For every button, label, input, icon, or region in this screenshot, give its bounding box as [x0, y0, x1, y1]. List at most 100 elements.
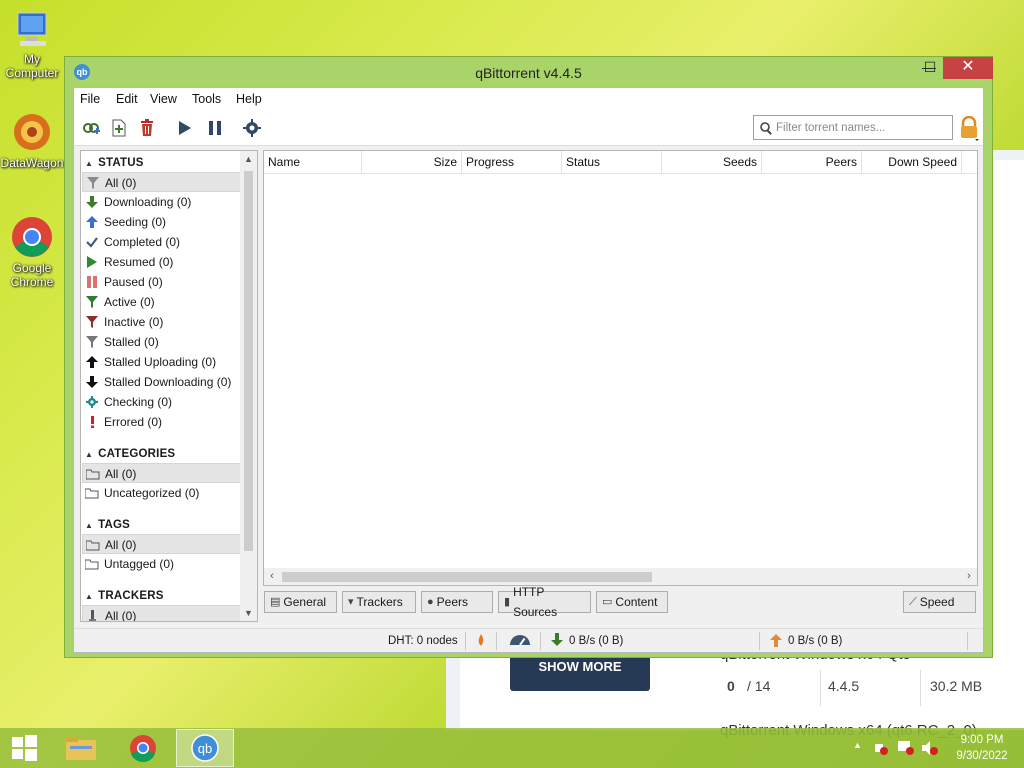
column-down-speed[interactable]: Down Speed [862, 151, 962, 173]
desktop-icon-label: DataWagon [0, 156, 64, 170]
taskbar: qb ▲ 9:00 PM 9/30/2022 [0, 728, 1024, 768]
action-center-icon[interactable] [897, 740, 915, 759]
scroll-right-arrow-icon[interactable]: › [961, 568, 977, 585]
column-status[interactable]: Status [562, 151, 662, 173]
tab-peers[interactable]: ● Peers [421, 591, 493, 613]
status-inactive[interactable]: Inactive (0) [82, 312, 241, 332]
tab-http-sources[interactable]: ▮ HTTP Sources [498, 585, 591, 619]
desktop-icon-datawagon[interactable]: DataWagon [0, 110, 64, 170]
table-horizontal-scrollbar[interactable]: ‹ › [264, 568, 977, 585]
tag-untagged[interactable]: Untagged (0) [82, 554, 241, 574]
play-icon [85, 255, 99, 269]
upload-speed[interactable]: 0 B/s (0 B) [788, 635, 842, 647]
scroll-left-arrow-icon[interactable]: ‹ [264, 568, 280, 585]
clock-time[interactable]: 9:00 PM [952, 734, 1012, 746]
connection-status-icon[interactable] [474, 633, 488, 650]
menu-view[interactable]: View [150, 92, 177, 106]
collapse-triangle-icon: ▲ [85, 450, 94, 459]
scroll-down-arrow-icon[interactable]: ▼ [240, 605, 257, 621]
tracker-icon: ▾ [348, 596, 354, 608]
category-uncategorized[interactable]: Uncategorized (0) [82, 483, 241, 503]
categories-section-header[interactable]: ▲ CATEGORIES [85, 448, 175, 460]
tab-general[interactable]: ▤ General [264, 591, 337, 613]
toolbar [74, 110, 983, 146]
status-bar: DHT: 0 nodes 0 B/s (0 B) 0 B/s (0 B) [74, 628, 983, 652]
status-stalled-downloading[interactable]: Stalled Downloading (0) [82, 372, 241, 392]
collapse-triangle-icon: ▲ [85, 592, 94, 601]
desktop-icon-my-computer[interactable]: My Computer [0, 10, 64, 80]
scroll-up-arrow-icon[interactable]: ▲ [240, 151, 257, 167]
maximize-button[interactable]: ☐ [917, 57, 943, 79]
windows-logo-icon [12, 735, 37, 761]
speed-button[interactable]: ⟋ Speed [903, 591, 976, 613]
svg-text:qb: qb [198, 741, 212, 756]
status-seeding[interactable]: Seeding (0) [82, 212, 241, 232]
column-peers[interactable]: Peers [762, 151, 862, 173]
column-progress[interactable]: Progress [462, 151, 562, 173]
add-torrent-file-button[interactable] [107, 116, 131, 140]
tracker-icon [86, 609, 100, 621]
taskbar-qbittorrent[interactable]: qb [176, 729, 234, 767]
sidebar-scrollbar[interactable]: ▲ ▼ [240, 151, 257, 621]
status-all[interactable]: All (0) [82, 172, 241, 192]
menu-file[interactable]: File [80, 92, 100, 106]
filter-torrent-search[interactable] [753, 115, 953, 140]
trackers-section-header[interactable]: ▲ TRACKERS [85, 590, 164, 602]
tab-trackers[interactable]: ▾ Trackers [342, 591, 416, 613]
status-paused[interactable]: Paused (0) [82, 272, 241, 292]
upload-arrow-icon [769, 633, 783, 650]
status-active[interactable]: Active (0) [82, 292, 241, 312]
tags-section-header[interactable]: ▲ TAGS [85, 519, 130, 531]
status-downloading[interactable]: Downloading (0) [82, 192, 241, 212]
tab-content[interactable]: ▭ Content [596, 591, 668, 613]
download-speed[interactable]: 0 B/s (0 B) [569, 635, 623, 647]
status-stalled-uploading[interactable]: Stalled Uploading (0) [82, 352, 241, 372]
lock-icon[interactable] [958, 115, 980, 142]
bg-row-size: 30.2 MB [930, 678, 983, 694]
status-stalled[interactable]: Stalled (0) [82, 332, 241, 352]
alt-speed-icon[interactable] [508, 633, 532, 650]
status-section-header[interactable]: ▲ STATUS [85, 157, 144, 169]
category-all[interactable]: All (0) [82, 463, 241, 483]
filter-sidebar: ▲ STATUS All (0) Downloading (0) Seeding … [80, 150, 258, 622]
title-bar[interactable]: qb qBittorrent v4.4.5 — ☐ ✕ [65, 57, 993, 87]
filter-stalled-icon [85, 335, 99, 349]
status-errored[interactable]: Errored (0) [82, 412, 241, 432]
dht-status: DHT: 0 nodes [388, 635, 458, 647]
desktop-icon-google-chrome[interactable]: Google Chrome [0, 215, 64, 289]
pause-button[interactable] [203, 116, 227, 140]
delete-icon [141, 119, 153, 136]
options-button[interactable] [240, 116, 264, 140]
collapse-triangle-icon: ▲ [85, 159, 94, 168]
close-button[interactable]: ✕ [943, 57, 993, 79]
start-button[interactable] [0, 729, 48, 767]
menu-edit[interactable]: Edit [116, 92, 138, 106]
column-seeds[interactable]: Seeds [662, 151, 762, 173]
status-resumed[interactable]: Resumed (0) [82, 252, 241, 272]
column-name[interactable]: Name [264, 151, 362, 173]
network-error-icon[interactable] [873, 740, 889, 759]
scroll-thumb[interactable] [244, 171, 253, 551]
add-torrent-file-icon [112, 119, 126, 137]
status-checking[interactable]: Checking (0) [82, 392, 241, 412]
resume-button[interactable] [172, 116, 196, 140]
menu-tools[interactable]: Tools [192, 92, 221, 106]
tag-all[interactable]: All (0) [82, 534, 241, 554]
search-input[interactable] [776, 119, 946, 136]
folder-icon [86, 538, 100, 552]
taskbar-google-chrome[interactable] [114, 729, 172, 767]
status-completed[interactable]: Completed (0) [82, 232, 241, 252]
menu-help[interactable]: Help [236, 92, 262, 106]
torrent-list[interactable]: Name Size Progress Status Seeds Peers Do… [263, 150, 978, 586]
folder-icon [85, 486, 99, 500]
bg-row-version: 4.4.5 [828, 678, 860, 694]
scroll-thumb[interactable] [282, 572, 652, 582]
column-size[interactable]: Size [362, 151, 462, 173]
volume-muted-icon[interactable] [921, 740, 939, 759]
show-hidden-icons-chevron-icon[interactable]: ▲ [853, 740, 862, 750]
add-torrent-link-button[interactable] [79, 116, 103, 140]
tracker-all[interactable]: All (0) [82, 605, 241, 621]
delete-torrent-button[interactable] [135, 116, 159, 140]
clock-date[interactable]: 9/30/2022 [952, 750, 1012, 762]
taskbar-file-explorer[interactable] [52, 729, 110, 767]
